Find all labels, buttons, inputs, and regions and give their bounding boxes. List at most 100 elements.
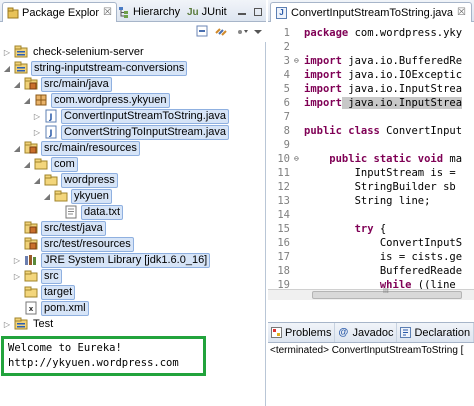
code-line[interactable]: 3 ⊖ import java.io.BufferedRe [268, 53, 474, 68]
tab-package-explorer[interactable]: Package Explor ☒ [2, 2, 118, 22]
code-line[interactable]: 6 import java.io.InputStrea [268, 95, 474, 110]
line-number: 11 [277, 166, 290, 179]
folder-icon [24, 285, 38, 299]
fold-icon[interactable]: ⊖ [294, 154, 302, 163]
tree-item[interactable]: x pom.xml [12, 300, 89, 316]
line-number: 12 [277, 180, 290, 193]
code-line[interactable]: 9 [268, 137, 474, 152]
tree-item[interactable]: ◢ src/main/resources [12, 140, 140, 156]
close-icon[interactable]: ☒ [103, 7, 112, 18]
keyword: public class [304, 124, 380, 137]
expanded-icon[interactable]: ◢ [2, 64, 12, 73]
collapsed-icon[interactable]: ▷ [32, 112, 42, 121]
code-rest: BufferedReade [304, 264, 463, 277]
source-folder-icon [24, 237, 38, 251]
code-line[interactable]: 10 ⊖ public static void ma [268, 151, 474, 166]
tree-item[interactable]: target [12, 284, 76, 300]
tab-editor-file[interactable]: J ConvertInputStreamToString.java ☒ [270, 2, 472, 22]
code-line[interactable]: 11 InputStream is = [268, 165, 474, 180]
link-editor-button[interactable] [214, 25, 228, 39]
tree-item[interactable]: data.txt [52, 204, 124, 220]
collapse-all-button[interactable] [196, 25, 210, 39]
code-line[interactable]: 2 [268, 39, 474, 54]
code-line[interactable]: 4 import java.io.IOExceptic [268, 67, 474, 82]
folder-icon [44, 173, 58, 187]
tab-hierarchy[interactable]: Hierarchy [114, 2, 184, 22]
keyword: import [304, 96, 342, 109]
tree-item[interactable]: ◢ com.wordpress.ykyuen [22, 92, 170, 108]
horizontal-scrollbar[interactable]: III [268, 288, 474, 300]
package-explorer-icon [7, 7, 19, 19]
tab-declaration[interactable]: Declaration [397, 323, 474, 342]
expanded-icon[interactable]: ◢ [22, 160, 32, 169]
code-line[interactable]: 5 import java.io.InputStrea [268, 81, 474, 96]
fold-icon[interactable]: ⊖ [294, 56, 302, 65]
code-line[interactable]: 15 try { [268, 221, 474, 236]
tree-item[interactable]: ▷ Test [2, 316, 55, 332]
tree-item[interactable]: ◢ wordpress [32, 172, 118, 188]
tree-item[interactable]: ▷ J ConvertStringToInputStream.java [32, 124, 230, 140]
tree-item[interactable]: src/test/java [12, 220, 106, 236]
project-icon [14, 61, 28, 75]
tab-problems[interactable]: Problems [268, 323, 336, 342]
library-icon [24, 253, 38, 267]
folder-icon [24, 269, 38, 283]
java-file-icon: J [44, 109, 58, 123]
code-rest: java.io.InputStrea [341, 96, 463, 109]
expanded-icon[interactable]: ◢ [32, 176, 42, 185]
expanded-icon[interactable]: ◢ [42, 192, 52, 201]
code-line[interactable]: 19 while ((line [268, 277, 474, 290]
collapsed-icon[interactable]: ▷ [2, 48, 12, 57]
code-line[interactable]: 16 ConvertInputS [268, 235, 474, 250]
close-icon[interactable]: ☒ [457, 7, 466, 18]
tree-item[interactable]: ◢ string-inputstream-conversions [2, 60, 188, 76]
code-text: import java.io.BufferedRe [302, 55, 462, 67]
collapsed-icon[interactable]: ▷ [12, 256, 22, 265]
tree-item[interactable]: ▷ check-selenium-server [2, 44, 146, 60]
folder-icon [34, 157, 48, 171]
tab-javadoc[interactable]: @ Javadoc [335, 323, 398, 342]
tree-item[interactable]: ▷ J ConvertInputStreamToString.java [32, 108, 230, 124]
tree-item[interactable]: ▷ JRE System Library [jdk1.6.0_16] [12, 252, 211, 268]
collapsed-icon[interactable]: ▷ [32, 128, 42, 137]
code-line[interactable]: 7 [268, 109, 474, 124]
minimize-button[interactable] [234, 2, 250, 22]
console-output[interactable]: Welcome to Eureka! http://ykyuen.wordpre… [1, 336, 206, 376]
tree-item-label: src/test/java [41, 220, 106, 236]
expanded-icon[interactable]: ◢ [12, 144, 22, 153]
code-line[interactable]: 14 [268, 207, 474, 222]
code-text: StringBuilder sb [302, 181, 456, 193]
tree-item-label: data.txt [81, 204, 124, 220]
scrollbar-thumb[interactable]: III [312, 288, 462, 299]
code-line[interactable]: 1 package com.wordpress.yky [268, 25, 474, 40]
tree-item[interactable]: ◢ com [22, 156, 78, 172]
tree-item[interactable]: ◢ ykyuen [42, 188, 112, 204]
tree-item-label: wordpress [61, 172, 118, 188]
code-rest: ConvertInput [379, 124, 463, 137]
view-menu-button[interactable] [236, 25, 250, 39]
code-line[interactable]: 13 String line; [268, 193, 474, 208]
tree-item-label: com.wordpress.ykyuen [51, 92, 170, 108]
expanded-icon[interactable]: ◢ [12, 80, 22, 89]
code-line[interactable]: 12 StringBuilder sb [268, 179, 474, 194]
code-text: package com.wordpress.yky [302, 27, 462, 39]
code-rest: ConvertInputS [304, 236, 463, 249]
code-area[interactable]: 1 package com.wordpress.yky 2 3 ⊖ import java… [268, 23, 474, 290]
tree-item[interactable]: src/test/resources [12, 236, 134, 252]
svg-text:J: J [49, 113, 53, 122]
maximize-button[interactable] [250, 2, 266, 22]
tab-junit[interactable]: Ju JUnit [183, 2, 231, 22]
dropdown-button[interactable] [252, 25, 266, 39]
expanded-icon[interactable]: ◢ [22, 96, 32, 105]
collapsed-icon[interactable]: ▷ [12, 272, 22, 281]
tree-item[interactable]: ▷ src [12, 268, 62, 284]
tree-item-label: com [51, 156, 78, 172]
console-pane: Problems @ Javadoc Declaration <terminat… [268, 322, 474, 406]
code-line[interactable]: 18 BufferedReade [268, 263, 474, 278]
code-line[interactable]: 17 is = cists.ge [268, 249, 474, 264]
tree-item[interactable]: ◢ src/main/java [12, 76, 112, 92]
code-text: InputStream is = [302, 167, 456, 179]
svg-text:x: x [29, 305, 34, 313]
code-line[interactable]: 8 public class ConvertInput [268, 123, 474, 138]
collapsed-icon[interactable]: ▷ [2, 320, 12, 329]
